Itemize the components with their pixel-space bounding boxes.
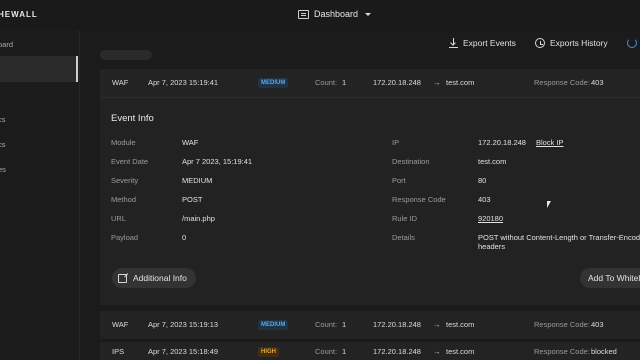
event-date: Apr 7, 2023 15:19:13 xyxy=(148,320,219,329)
severity-badge: MEDIUM xyxy=(258,78,289,88)
response-label: Response Code: xyxy=(534,347,590,356)
exports-history-button[interactable]: Exports History xyxy=(535,38,608,48)
additional-info-label: Additional Info xyxy=(133,273,187,283)
exports-history-label: Exports History xyxy=(550,38,608,48)
event-row[interactable]: WAF Apr 7, 2023 15:19:13 MEDIUM Count: 1… xyxy=(100,311,640,339)
add-to-whitelist-button[interactable]: Add To Whitelist xyxy=(580,268,640,288)
sidebar-item-rules[interactable]: es xyxy=(0,165,6,174)
external-link-icon xyxy=(118,273,127,283)
filter-pill[interactable] xyxy=(100,50,152,60)
sidebar: oard cs cs es xyxy=(0,30,80,360)
count-value: 1 xyxy=(342,347,347,356)
refresh-icon[interactable] xyxy=(627,38,637,48)
sidebar-item-analytics[interactable]: cs xyxy=(0,115,6,124)
additional-info-button[interactable]: Additional Info xyxy=(112,268,196,288)
event-info-panel: Event Info Module WAF Event Date Apr 7 2… xyxy=(100,97,640,305)
arrow-right-icon: → xyxy=(433,320,441,329)
event-date: Apr 7, 2023 15:19:41 xyxy=(148,78,219,87)
mouse-cursor-icon xyxy=(547,201,551,208)
event-date: Apr 7, 2023 15:18:49 xyxy=(148,347,219,356)
sidebar-item-dashboard[interactable]: oard xyxy=(0,40,13,49)
count-value: 1 xyxy=(342,78,347,87)
source-ip: 172.20.18.248 xyxy=(373,320,421,329)
response-label: Response Code: xyxy=(534,320,590,329)
top-bar: HEWALL Dashboard xyxy=(0,0,640,30)
event-type: WAF xyxy=(112,78,129,87)
severity-badge: HIGH xyxy=(258,347,279,357)
arrow-right-icon: → xyxy=(433,78,441,87)
dashboard-label: Dashboard xyxy=(314,9,359,19)
dashboard-selector[interactable]: Dashboard xyxy=(298,9,372,19)
count-label: Count: xyxy=(315,347,338,356)
response-value: blocked xyxy=(591,347,617,356)
severity-badge: MEDIUM xyxy=(258,320,289,330)
count-label: Count: xyxy=(315,320,338,329)
event-info-title: Event Info xyxy=(111,113,154,124)
sidebar-item-active[interactable] xyxy=(0,56,78,82)
event-type: IPS xyxy=(112,347,125,356)
event-row[interactable]: WAF Apr 7, 2023 15:19:41 MEDIUM Count: 1… xyxy=(100,69,640,97)
arrow-right-icon: → xyxy=(433,347,441,356)
source-ip: 172.20.18.248 xyxy=(373,78,421,87)
destination: test.com xyxy=(446,320,475,329)
history-icon xyxy=(535,38,545,48)
export-events-label: Export Events xyxy=(463,38,516,48)
sidebar-item-statistics[interactable]: cs xyxy=(0,140,6,149)
rule-id-link[interactable]: 920180 xyxy=(478,214,503,223)
block-ip-link[interactable]: Block IP xyxy=(536,138,564,147)
brand-name: HEWALL xyxy=(0,10,38,19)
monitor-icon xyxy=(298,9,309,19)
destination: test.com xyxy=(446,347,475,356)
download-icon xyxy=(449,38,458,48)
count-label: Count: xyxy=(315,78,338,87)
destination: test.com xyxy=(446,78,475,87)
source-ip: 172.20.18.248 xyxy=(373,347,421,356)
count-value: 1 xyxy=(342,320,347,329)
event-row[interactable]: IPS Apr 7, 2023 15:18:49 HIGH Count: 1 1… xyxy=(100,342,640,360)
export-events-button[interactable]: Export Events xyxy=(449,38,516,48)
toolbar: Export Events Exports History xyxy=(82,30,640,58)
response-label: Response Code: xyxy=(534,78,590,87)
response-value: 403 xyxy=(591,78,604,87)
response-value: 403 xyxy=(591,320,604,329)
chevron-down-icon xyxy=(365,12,372,16)
event-type: WAF xyxy=(112,320,129,329)
